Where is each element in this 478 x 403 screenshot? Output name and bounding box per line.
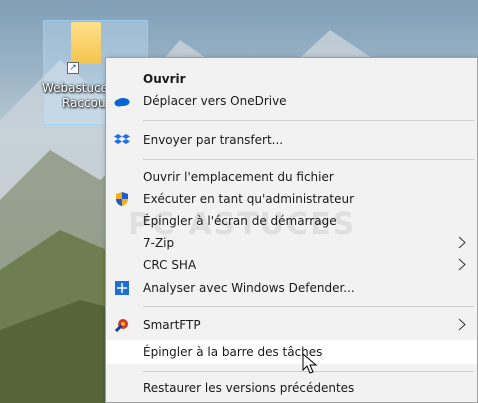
menu-item-label: CRC SHA [143, 257, 197, 272]
menu-item-label: Déplacer vers OneDrive [143, 93, 287, 108]
menu-separator [143, 159, 474, 160]
desktop-icon-label-line1: Webastuces [42, 81, 115, 95]
menu-item-smartftp[interactable]: SmartFTP [106, 314, 477, 335]
menu-item-ouvrir[interactable]: Ouvrir [106, 68, 477, 89]
menu-item-ouvrir-emplacement[interactable]: Ouvrir l'emplacement du fichier [106, 166, 477, 187]
menu-item-label: Envoyer par transfert... [143, 132, 284, 147]
menu-item-crc-sha[interactable]: CRC SHA [106, 254, 477, 275]
onedrive-icon [114, 93, 130, 109]
menu-item-label: Épingler à la barre des tâches [143, 345, 323, 359]
chevron-right-icon [457, 236, 467, 249]
menu-item-label: Analyser avec Windows Defender... [143, 280, 355, 295]
menu-item-label: Ouvrir [143, 71, 186, 86]
menu-item-label: Restaurer les versions précédentes [143, 380, 355, 395]
chevron-right-icon [457, 258, 467, 271]
menu-item-label: Exécuter en tant qu'administrateur [143, 191, 355, 206]
menu-item-windows-defender[interactable]: Analyser avec Windows Defender... [106, 277, 477, 298]
menu-separator [143, 306, 474, 307]
menu-item-envoyer-transfert[interactable]: Envoyer par transfert... [106, 129, 477, 150]
menu-item-restaurer-versions[interactable]: Restaurer les versions précédentes [106, 377, 477, 398]
windows-defender-icon [114, 280, 130, 296]
menu-item-executer-admin[interactable]: Exécuter en tant qu'administrateur [106, 188, 477, 209]
watermark-logo: PC ASTUCES [128, 207, 357, 242]
menu-item-label: Ouvrir l'emplacement du fichier [143, 169, 334, 184]
shortcut-arrow-icon: ↗ [67, 62, 79, 74]
menu-separator [143, 120, 474, 121]
menu-item-deplacer-onedrive[interactable]: Déplacer vers OneDrive [106, 90, 477, 111]
mouse-cursor-icon [302, 353, 318, 374]
smartftp-icon [114, 317, 130, 333]
uac-shield-icon [114, 191, 130, 207]
menu-item-label: SmartFTP [143, 317, 201, 332]
menu-item-epingler-barre-taches[interactable]: Épingler à la barre des tâches [106, 340, 477, 364]
chevron-right-icon [457, 318, 467, 331]
dropbox-transfer-icon [114, 132, 130, 148]
folder-icon [71, 22, 101, 64]
